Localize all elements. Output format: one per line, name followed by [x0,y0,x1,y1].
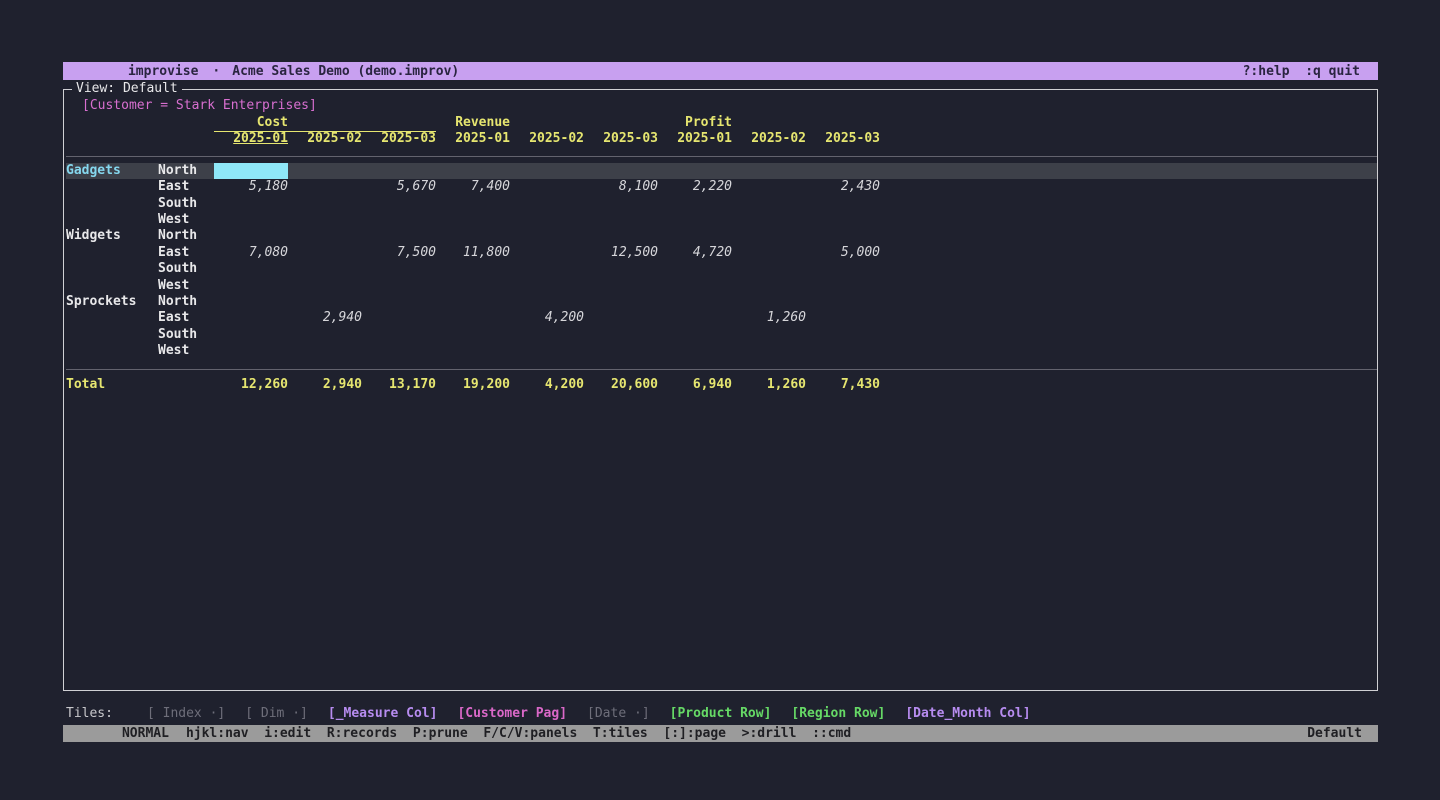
total-value-cell: 19,200 [436,377,510,393]
table-row[interactable]: East7,080 7,50011,800 12,5004,720 5,000 [66,245,1377,261]
value-cell[interactable]: 7,400 [436,179,510,195]
region-cell: East [158,245,214,261]
col-header[interactable]: 2025-01 [214,131,288,147]
total-value-cell: 13,170 [362,377,436,393]
region-cell: East [158,179,214,195]
col-header[interactable]: 2025-03 [806,131,880,147]
col-header[interactable]: 2025-03 [362,131,436,147]
total-value-cell: 7,430 [806,377,880,393]
app-window: improvise·Acme Sales Demo (demo.improv) … [63,62,1378,742]
status-view-name: Default [1307,726,1362,741]
col-header[interactable]: 2025-02 [510,131,584,147]
measure-header-row: Cost Revenue Profit [66,115,1377,131]
table-row[interactable]: East 2,940 4,200 1,260 [66,310,1377,326]
col-header[interactable]: 2025-01 [658,131,732,147]
col-header[interactable]: 2025-03 [584,131,658,147]
region-cell: West [158,343,214,359]
status-keybindings: hjkl:nav i:edit R:records P:prune F/C/V:… [186,726,851,741]
region-cell: North [158,228,214,244]
value-cell[interactable]: 5,000 [806,245,880,261]
view-name-label: View: Default [72,81,182,96]
table-row[interactable]: South [66,327,1377,343]
region-cell: South [158,196,214,212]
region-cell: East [158,310,214,326]
total-value-cell: 20,600 [584,377,658,393]
pivot-table: CostRevenueProfit 2025-012025-022025-032… [66,115,1377,394]
table-row[interactable]: WidgetsNorth [66,228,1377,244]
value-cell[interactable]: 7,500 [362,245,436,261]
help-quit-hint[interactable]: ?:help :q quit [1243,64,1360,79]
region-cell: West [158,212,214,228]
value-cell[interactable]: 8,100 [584,179,658,195]
region-cell: North [158,294,214,310]
table-row[interactable]: West [66,343,1377,359]
col-header[interactable]: 2025-01 [436,131,510,147]
app-name: improvise [128,64,198,79]
document-title: Acme Sales Demo (demo.improv) [232,64,459,79]
product-cell: Sprockets [66,294,158,310]
total-value-cell: 6,940 [658,377,732,393]
measure-group-revenue[interactable]: Revenue [436,115,658,131]
total-value-cell: 4,200 [510,377,584,393]
value-cell[interactable]: 5,180 [214,179,288,195]
value-cell[interactable]: 5,670 [362,179,436,195]
value-cell[interactable]: 4,720 [658,245,732,261]
measure-group-profit[interactable]: Profit [658,115,880,131]
value-cell[interactable]: 2,940 [288,310,362,326]
value-cell[interactable]: 12,500 [584,245,658,261]
value-cell[interactable]: 2,220 [658,179,732,195]
col-header[interactable]: 2025-02 [732,131,806,147]
table-row[interactable]: South [66,196,1377,212]
col-header[interactable]: 2025-02 [288,131,362,147]
title-bar: improvise·Acme Sales Demo (demo.improv) … [63,62,1378,80]
value-cell[interactable]: 2,430 [806,179,880,195]
value-cell[interactable] [214,163,288,179]
status-bar: NORMAL hjkl:nav i:edit R:records P:prune … [63,725,1378,742]
region-cell: South [158,261,214,277]
value-cell[interactable]: 11,800 [436,245,510,261]
measure-label: Cost [214,115,288,131]
total-separator [66,369,1377,370]
product-cell: Widgets [66,228,158,244]
months-header-row: 2025-012025-022025-032025-012025-022025-… [66,131,1377,147]
table-row[interactable]: SprocketsNorth [66,294,1377,310]
table-row[interactable]: East5,180 5,6707,400 8,1002,220 2,430 [66,179,1377,195]
measure-label: Profit [658,115,732,131]
total-value-cell: 2,940 [288,377,362,393]
status-mode: NORMAL [122,726,169,741]
status-left: NORMAL hjkl:nav i:edit R:records P:prune … [75,711,851,756]
header-separator [66,156,1377,157]
filter-chip[interactable]: [Customer = Stark Enterprises] [66,97,1377,114]
table-row[interactable]: South [66,261,1377,277]
table-row[interactable]: GadgetsNorth [66,163,1377,179]
table-row[interactable]: West [66,212,1377,228]
title-separator-dot: · [212,64,220,79]
value-cell[interactable]: 7,080 [214,245,288,261]
tile-date-month-col[interactable]: [Date_Month Col] [905,705,1030,722]
table-row[interactable]: West [66,278,1377,294]
total-value-cell: 1,260 [732,377,806,393]
region-cell: North [158,163,214,179]
value-cell[interactable]: 4,200 [510,310,584,326]
pivot-total: Total 12,2602,94013,17019,2004,20020,6006… [66,377,1377,393]
region-cell: South [158,327,214,343]
view-panel: View: Default [Customer = Stark Enterpri… [63,89,1378,691]
value-cell[interactable]: 1,260 [732,310,806,326]
region-cell: West [158,278,214,294]
total-label-cell: Total [66,377,158,393]
total-row: Total 12,2602,94013,17019,2004,20020,6006… [66,377,1377,393]
pivot-body: GadgetsNorthEast5,1805,6707,4008,1002,22… [66,163,1377,360]
product-cell: Gadgets [66,163,158,179]
total-value-cell: 12,260 [214,377,288,393]
measure-label: Revenue [436,115,510,131]
measure-group-cost[interactable]: Cost [214,115,436,132]
